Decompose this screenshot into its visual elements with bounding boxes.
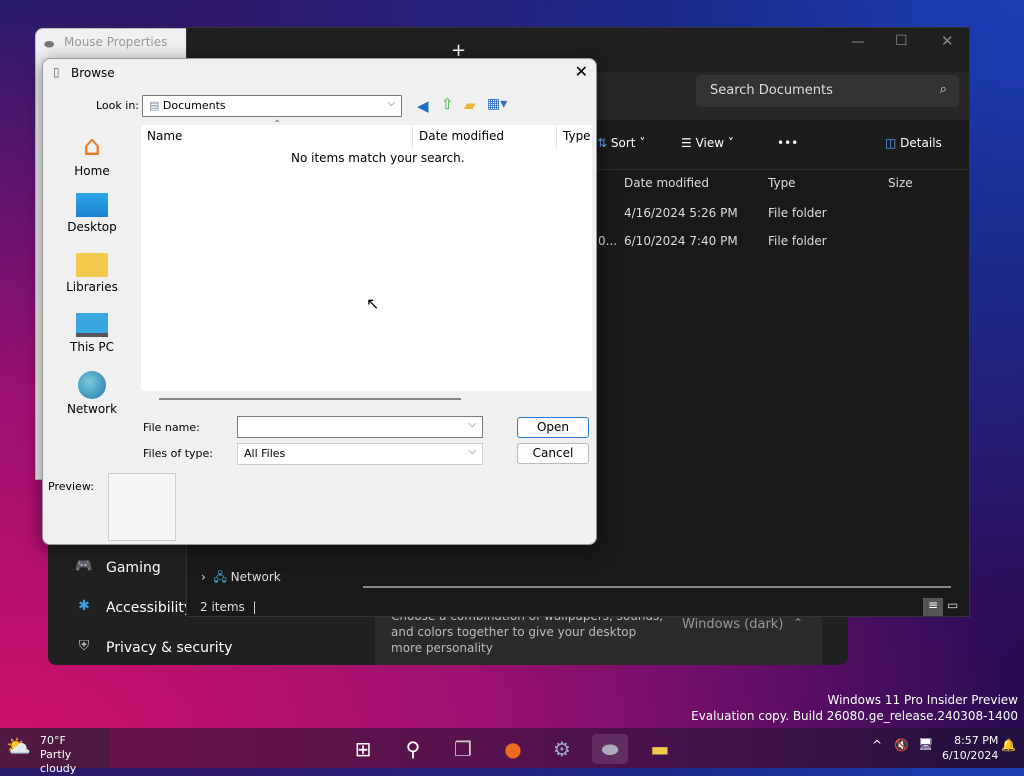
chevron-down-icon: ⌵ bbox=[468, 419, 476, 430]
empty-message: No items match your search. bbox=[291, 151, 465, 165]
nav-network[interactable]: › 🖧 Network bbox=[201, 568, 281, 589]
theme-card[interactable]: Choose a combination of wallpapers, soun… bbox=[375, 609, 822, 665]
weather-widget[interactable]: ⛅ 70°F Partly cloudy bbox=[0, 728, 110, 775]
open-button[interactable]: Open bbox=[517, 417, 589, 438]
preview-label: Preview: bbox=[48, 480, 94, 493]
look-in-label: Look in: bbox=[96, 99, 139, 112]
evaluation-watermark: Windows 11 Pro Insider Preview Evaluation… bbox=[691, 693, 1018, 723]
file-list[interactable]: Name ⌃ Date modified Type No items match… bbox=[141, 119, 592, 400]
view-menu-icon[interactable]: ▦▾ bbox=[487, 96, 507, 112]
sort-button[interactable]: ⇅ Sort ˅ bbox=[597, 136, 645, 150]
mouse-icon: ⬬ bbox=[44, 37, 55, 51]
column-date-modified[interactable]: Date modified bbox=[624, 176, 709, 190]
notification-icon[interactable]: 🔔 bbox=[1001, 738, 1016, 752]
close-icon[interactable]: ✕ bbox=[575, 62, 588, 81]
column-name[interactable]: Name bbox=[147, 129, 182, 143]
settings-icon[interactable]: ⚙ bbox=[544, 734, 580, 764]
close-icon[interactable]: ✕ bbox=[941, 32, 954, 50]
clock[interactable]: 8:57 PM 6/10/2024 bbox=[942, 733, 998, 763]
minimize-icon[interactable]: — bbox=[851, 34, 865, 50]
window-title: Mouse Properties bbox=[64, 35, 168, 49]
taskbar: ⛅ 70°F Partly cloudy ⊞ ⚲ ❐ ● ⚙ ⬬ ▬ ^ 🔇 🖥 … bbox=[0, 728, 1024, 775]
tiles-view-icon[interactable]: ▭ bbox=[947, 598, 958, 612]
libraries-icon bbox=[76, 253, 108, 277]
theme-value: Windows (dark) bbox=[682, 617, 784, 632]
chevron-up-icon[interactable]: ^ bbox=[872, 738, 882, 752]
column-type[interactable]: Type bbox=[563, 129, 591, 143]
settings-nav-privacy[interactable]: ⛨ Privacy & security bbox=[74, 638, 233, 658]
column-type[interactable]: Type bbox=[768, 176, 796, 190]
preview-pane bbox=[108, 473, 176, 541]
network-icon[interactable]: 🖥 bbox=[918, 737, 933, 751]
network-icon bbox=[78, 371, 106, 399]
place-this-pc[interactable]: This PC bbox=[63, 313, 121, 354]
column-size[interactable]: Size bbox=[888, 176, 913, 190]
view-icon: ☰ bbox=[681, 136, 692, 150]
volume-muted-icon[interactable]: 🔇 bbox=[894, 738, 909, 752]
start-icon[interactable]: ⊞ bbox=[345, 734, 381, 764]
desktop-icon bbox=[76, 193, 108, 217]
maximize-icon[interactable]: ☐ bbox=[895, 33, 908, 49]
column-date-modified[interactable]: Date modified bbox=[419, 129, 504, 143]
accessibility-icon: ✱ bbox=[78, 598, 90, 614]
look-in-dropdown[interactable]: ▤ Documents ⌵ bbox=[142, 95, 402, 117]
search-input[interactable]: Search Documents ⌕ bbox=[696, 75, 959, 107]
search-icon: ⌕ bbox=[939, 82, 947, 97]
documents-icon: ▤ bbox=[149, 99, 160, 112]
settings-nav-gaming[interactable]: 🎮 Gaming bbox=[74, 558, 160, 578]
task-view-icon[interactable]: ❐ bbox=[445, 734, 481, 764]
search-icon[interactable]: ⚲ bbox=[395, 734, 431, 764]
files-of-type-dropdown[interactable]: All Files ⌵ bbox=[237, 443, 483, 465]
this-pc-icon bbox=[76, 313, 108, 337]
status-bar: 2 items | bbox=[200, 600, 257, 614]
shield-icon: ⛨ bbox=[78, 638, 90, 654]
details-button[interactable]: ◫ Details bbox=[885, 136, 942, 150]
file-explorer-icon[interactable]: ▬ bbox=[642, 734, 678, 764]
chevron-down-icon: ⌵ bbox=[387, 98, 395, 109]
place-network[interactable]: Network bbox=[63, 371, 121, 416]
firefox-icon[interactable]: ● bbox=[495, 734, 531, 764]
settings-nav-accessibility[interactable]: ✱ Accessibility bbox=[74, 598, 192, 618]
place-libraries[interactable]: Libraries bbox=[63, 253, 121, 294]
details-pane-icon: ◫ bbox=[885, 136, 897, 150]
horizontal-scrollbar[interactable] bbox=[363, 586, 951, 588]
file-name-label: File name: bbox=[143, 421, 200, 434]
back-icon[interactable]: ◀ bbox=[417, 97, 429, 115]
up-folder-icon[interactable]: ⇧ bbox=[441, 95, 454, 113]
mouse-properties-icon[interactable]: ⬬ bbox=[592, 734, 628, 764]
gamepad-icon: 🎮 bbox=[75, 558, 93, 574]
place-home[interactable]: ⌂ Home bbox=[63, 129, 121, 179]
file-name-input[interactable]: ⌵ bbox=[237, 416, 483, 438]
cursor-icon: ↖ bbox=[366, 294, 380, 313]
mouse-icon: ▯ bbox=[53, 65, 60, 79]
horizontal-scrollbar[interactable] bbox=[159, 398, 461, 400]
browse-dialog: ▯ Browse ✕ Look in: ▤ Documents ⌵ ◀ ⇧ ▰ ▦… bbox=[42, 58, 597, 545]
network-icon: 🖧 bbox=[213, 570, 227, 584]
new-folder-icon[interactable]: ▰ bbox=[464, 96, 476, 114]
partly-cloudy-icon: ⛅ bbox=[6, 734, 31, 758]
view-button[interactable]: ☰ View ˅ bbox=[681, 136, 734, 150]
place-desktop[interactable]: Desktop bbox=[63, 193, 121, 234]
dialog-title: Browse bbox=[71, 66, 115, 80]
chevron-down-icon: ⌵ bbox=[468, 446, 476, 457]
sort-ascending-icon: ⌃ bbox=[273, 119, 282, 130]
more-options-button[interactable]: ••• bbox=[777, 136, 798, 150]
sort-icon: ⇅ bbox=[597, 136, 608, 150]
details-view-icon[interactable]: ≡ bbox=[923, 598, 943, 616]
home-icon: ⌂ bbox=[83, 129, 101, 162]
cancel-button[interactable]: Cancel bbox=[517, 443, 589, 464]
files-of-type-label: Files of type: bbox=[143, 447, 214, 460]
